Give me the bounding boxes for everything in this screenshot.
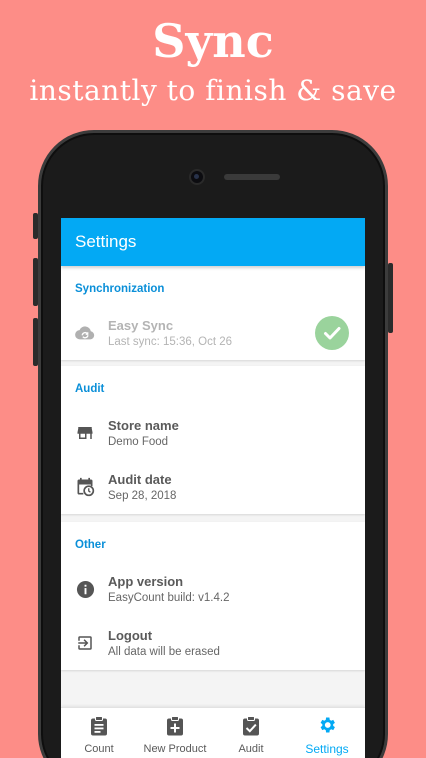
- speaker-grille: [224, 174, 280, 180]
- audit-date-item[interactable]: Audit date Sep 28, 2018: [61, 460, 365, 514]
- nav-audit-label: Audit: [238, 743, 264, 755]
- logout-title: Logout: [108, 628, 153, 643]
- audit-date-title: Audit date: [108, 472, 172, 487]
- app-version-item: App version EasyCount build: v1.4.2: [61, 562, 365, 616]
- easy-sync-subtitle: Last sync: 15:36, Oct 26: [108, 336, 233, 348]
- promo-subtitle: instantly to finish & save: [29, 74, 397, 107]
- nav-settings-label: Settings: [305, 742, 349, 756]
- promo-title: Sync: [152, 14, 274, 68]
- store-name-item[interactable]: Store name Demo Food: [61, 406, 365, 460]
- audit-date-value: Sep 28, 2018: [108, 490, 177, 502]
- clipboard-plus-icon: [166, 716, 184, 740]
- check-icon: [315, 316, 349, 350]
- phone-frame: Settings Synchronization Easy Sync Last …: [33, 130, 393, 758]
- audit-section-header: Audit: [75, 383, 105, 395]
- app-screen: Settings Synchronization Easy Sync Last …: [61, 218, 365, 758]
- easy-sync-title: Easy Sync: [108, 318, 174, 333]
- store-name-title: Store name: [108, 418, 179, 433]
- bottom-navigation: Count New Product Audit Settings: [61, 707, 365, 758]
- other-section-header: Other: [75, 539, 106, 551]
- store-name-value: Demo Food: [108, 436, 169, 448]
- info-icon: [75, 579, 95, 599]
- store-icon: [75, 423, 95, 443]
- gear-icon: [317, 715, 337, 739]
- sync-section: Synchronization Easy Sync Last sync: 15:…: [61, 266, 365, 360]
- app-version-value: EasyCount build: v1.4.2: [108, 592, 230, 604]
- other-section: Other App version EasyCount build: v1.4.…: [61, 522, 365, 670]
- nav-new-product[interactable]: New Product: [137, 708, 213, 758]
- cloud-sync-icon: [75, 323, 95, 343]
- phone-power-button: [388, 263, 393, 333]
- logout-item[interactable]: Logout All data will be erased: [61, 616, 365, 670]
- sync-section-header: Synchronization: [75, 283, 165, 295]
- easy-sync-item[interactable]: Easy Sync Last sync: 15:36, Oct 26: [61, 306, 365, 360]
- nav-count-label: Count: [84, 743, 114, 755]
- nav-count[interactable]: Count: [61, 708, 137, 758]
- audit-section: Audit Store name Demo Food Audit date Se…: [61, 366, 365, 514]
- exit-icon: [75, 633, 95, 653]
- calendar-clock-icon: [75, 477, 95, 497]
- app-bar: Settings: [61, 218, 365, 266]
- clipboard-list-icon: [90, 716, 108, 740]
- app-version-title: App version: [108, 574, 184, 589]
- phone-volume-down-button: [33, 318, 38, 366]
- camera-icon: [191, 171, 203, 183]
- logout-subtitle: All data will be erased: [108, 646, 220, 658]
- phone-volume-up-button: [33, 258, 38, 306]
- nav-new-product-label: New Product: [143, 743, 207, 755]
- page-title: Settings: [75, 232, 137, 251]
- clipboard-check-icon: [242, 716, 260, 740]
- phone-side-button: [33, 213, 38, 239]
- nav-audit[interactable]: Audit: [213, 708, 289, 758]
- nav-settings[interactable]: Settings: [289, 708, 365, 758]
